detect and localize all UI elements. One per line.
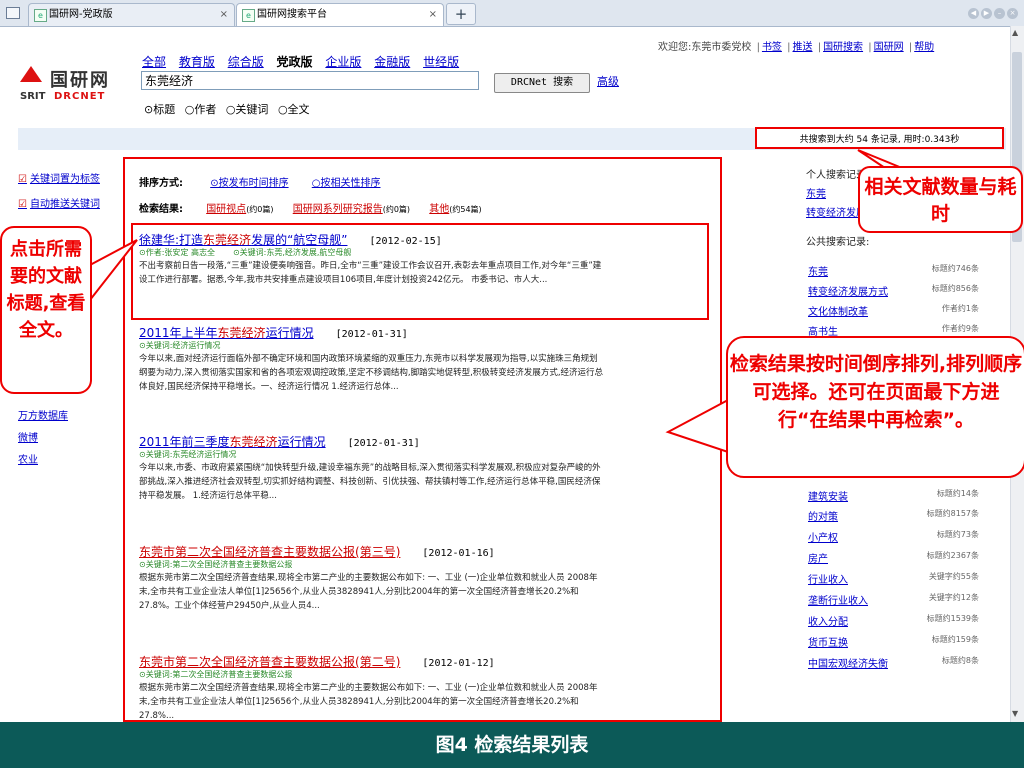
callout-sort-order: 检索结果按时间倒序排列,排列顺序可选择。还可在页面最下方进行“在结果中再检索”。 <box>726 336 1024 478</box>
figure-caption: 图4 检索结果列表 <box>0 722 1024 768</box>
right-callout-pointer <box>665 398 729 454</box>
left-callout-pointer <box>89 239 138 303</box>
callout-count-time: 相关文献数量与耗时 <box>858 166 1023 233</box>
callout-click-title: 点击所需要的文献标题,查看全文。 <box>0 226 92 394</box>
